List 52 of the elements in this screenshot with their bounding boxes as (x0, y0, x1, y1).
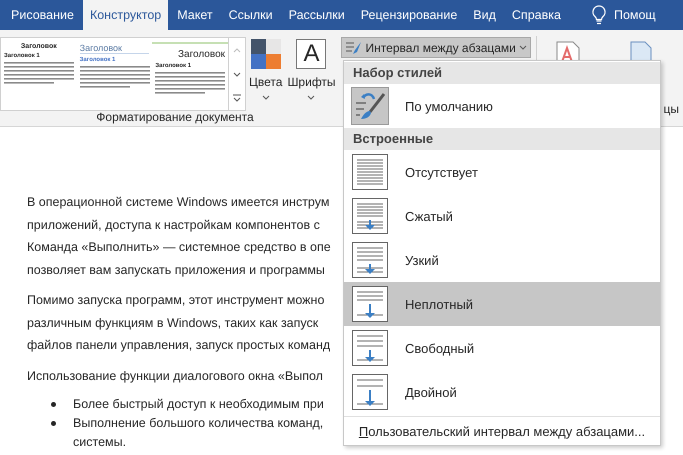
spacing-preset-icon (352, 286, 388, 322)
font-glyph: A (296, 39, 326, 69)
group-label: Форматирование документа (95, 109, 255, 124)
paragraph-spacing-button[interactable]: Интервал между абзацами (340, 37, 531, 58)
ribbon-tab[interactable]: Макет (170, 0, 220, 30)
document-text-line: Использование функции диалогового окна «Выпол (27, 368, 323, 385)
chevron-icon (307, 95, 316, 100)
fonts-button[interactable]: A Шрифты (285, 37, 338, 108)
document-text-line: Более быстрый доступ к необходимым при (73, 396, 324, 413)
chevron-icon (262, 95, 270, 100)
document-text-line: позволяет вам запускать приложения и программы (27, 262, 325, 279)
document-text-line: различным функциям в Windows, таких как запуск (27, 314, 318, 332)
ribbon-tab[interactable]: Рецензирование (354, 0, 464, 30)
paragraph-spacing-icon (344, 40, 363, 54)
group-label: цы (664, 101, 679, 116)
help-search-label[interactable]: Помощ (614, 8, 656, 22)
spacing-preset-icon (352, 242, 388, 278)
spacing-preset-icon (352, 374, 388, 410)
bullet-icon (51, 402, 56, 407)
thumbnail-heading: Заголовок (80, 43, 150, 54)
ribbon-tab[interactable]: Рисование (4, 0, 81, 30)
ribbon-tab[interactable]: Справка (504, 0, 568, 30)
document-text-line: системы. (73, 434, 126, 451)
menu-item[interactable]: Двойной (344, 370, 660, 414)
menu-item[interactable]: Неплотный (344, 282, 660, 326)
ribbon-tab[interactable]: Ссылки (222, 0, 280, 30)
menu-item[interactable]: Узкий (344, 238, 660, 282)
document-text-line: Помимо запуска программ, этот инструмент можно (27, 292, 324, 309)
spacing-preset-icon (352, 198, 388, 234)
menu-item[interactable]: Отсутствует (344, 150, 660, 194)
spacing-preset-icon (352, 154, 388, 190)
color-palette-icon (250, 39, 281, 69)
colors-button[interactable]: Цвета (247, 37, 284, 108)
menu-item[interactable]: Свободный (344, 326, 660, 370)
ribbon-tab[interactable]: Рассылки (282, 0, 352, 30)
ribbon-tab[interactable]: Конструктор (82, 0, 168, 30)
spacing-preset-icon (352, 330, 388, 366)
document-text-line: Команда «Выполнить» — системное средство в опе (27, 239, 331, 256)
bullet-icon (51, 421, 56, 426)
menu-item[interactable]: По умолчанию (344, 84, 660, 128)
ribbon-tab[interactable]: Вид (466, 0, 503, 30)
document-text-line: В операционной системе Windows имеется инструм (27, 194, 330, 211)
lightbulb-icon[interactable] (592, 5, 606, 25)
menu-section-header: Набор стилей (344, 62, 660, 84)
thumbnail-heading: Заголовок (176, 49, 226, 60)
menu-section-header: Встроенные (344, 128, 660, 150)
document-text-line: приложений, доступа к настройкам компонентов с (27, 216, 320, 234)
menu-item[interactable]: Сжатый (344, 194, 660, 238)
custom-spacing-link[interactable]: Пользовательский интервал между абзацами... (358, 424, 646, 438)
chevron-icon (518, 45, 527, 50)
document-text-line: Выполнение большого количества команд, (73, 415, 324, 432)
document-text-line: файлов панели управления, запуск простых команд (27, 337, 330, 354)
